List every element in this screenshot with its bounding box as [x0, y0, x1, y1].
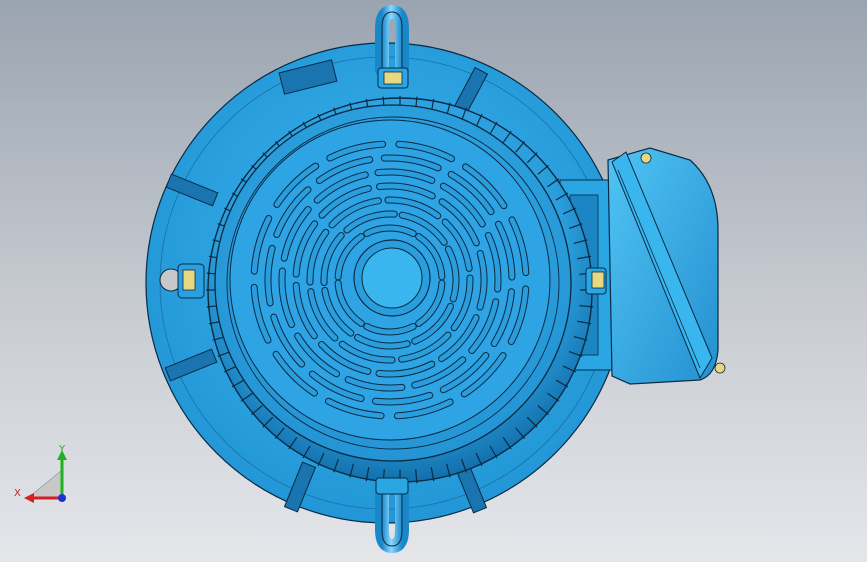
z-axis-dot: [58, 494, 66, 502]
shaft-hub: [353, 239, 431, 317]
motor-model[interactable]: [0, 0, 867, 562]
terminal-box: [607, 147, 726, 385]
x-axis-label: X: [14, 488, 21, 499]
graphics-viewport[interactable]: Y X: [0, 0, 867, 562]
x-axis-arrow: [24, 493, 34, 503]
right-bolt: [585, 267, 607, 295]
coordinate-triad: Y X: [14, 444, 67, 503]
y-axis-label: Y: [58, 444, 66, 455]
